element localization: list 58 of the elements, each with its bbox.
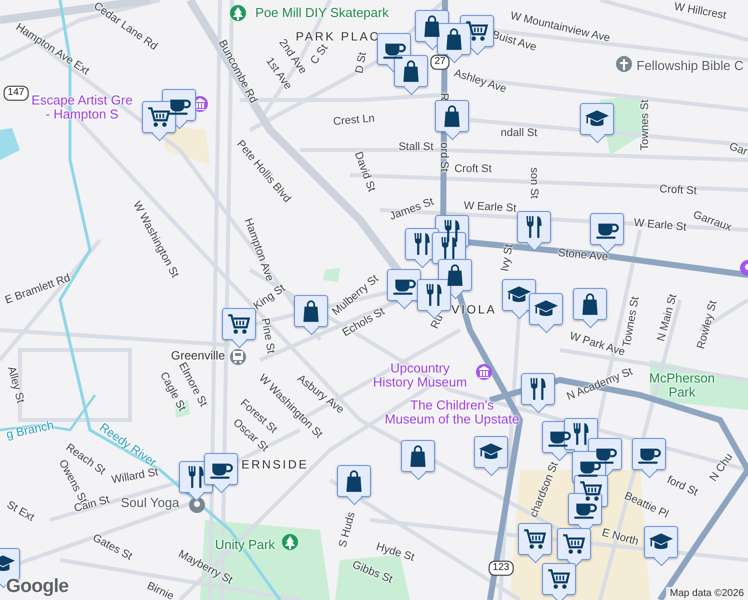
street-label: ord St <box>437 142 449 172</box>
train-icon <box>230 349 246 365</box>
street-label: Gates St <box>90 532 134 564</box>
street-label: Ashley Ave <box>452 68 508 96</box>
street-label: W Earle St <box>463 200 517 216</box>
street-label: R <box>437 93 449 101</box>
river-label: g Branch <box>5 418 55 442</box>
tree-pin-icon <box>230 5 246 21</box>
google-logo: Google <box>6 576 68 598</box>
street-label: Willard St <box>110 467 160 487</box>
street-label: 1st Ave <box>262 56 294 92</box>
street-label: Croft St <box>454 164 492 176</box>
street-label: C St <box>309 42 331 68</box>
neighborhood-label: VIOLA <box>451 304 497 316</box>
station-label: Greenville <box>170 350 226 362</box>
park-label: McPherson Park <box>649 371 715 399</box>
street-label: Rowley St <box>696 300 720 350</box>
park-label: Unity Park <box>215 538 275 552</box>
street-label: Ivy St <box>500 243 516 273</box>
neighborhood-label: PARK PLAC <box>296 30 380 44</box>
street-label: S Huds <box>338 511 358 549</box>
street-label: King St <box>252 283 288 313</box>
museum-pin-icon <box>476 364 492 380</box>
cross-pin-icon <box>616 56 632 72</box>
street-label: Alley St <box>4 366 26 404</box>
street-label: D St <box>354 51 370 75</box>
street-label: Stall St <box>398 142 434 154</box>
route-shield: 27 <box>430 54 450 70</box>
street-label: N Main St <box>656 293 680 343</box>
park-label: Poe Mill DIY Skatepark <box>255 6 389 20</box>
street-label: Pine St <box>258 318 276 354</box>
street-label: Ru <box>430 313 446 331</box>
location-pin-icon <box>189 497 205 513</box>
street-label: Croft St <box>659 184 697 198</box>
street-label: Crest Ln <box>332 113 376 129</box>
place-label: Fellowship Bible C <box>636 59 744 73</box>
street-label: W Earle St <box>633 218 687 234</box>
street-label: N Chu <box>708 452 736 484</box>
street-label: Gar <box>727 141 748 159</box>
street-label: Birnie <box>144 580 176 600</box>
neighborhood-label: ERNSIDE <box>241 458 309 472</box>
street-label: Townes St <box>622 296 642 348</box>
street-label: Stone Ave <box>558 248 608 264</box>
street-label: son St <box>527 167 539 199</box>
street-label: E North <box>600 528 640 548</box>
place-label: Upcountry History Museum <box>373 361 467 389</box>
lake <box>0 128 20 160</box>
route-shield: 123 <box>488 560 514 576</box>
street-label: Townes St <box>640 100 652 150</box>
street-label: David St <box>351 150 377 194</box>
tree-pin-icon <box>282 534 298 550</box>
street-label: W Hillcrest <box>673 2 727 22</box>
route-shield: 147 <box>4 86 28 100</box>
street-label: ford St <box>664 474 700 500</box>
street-label: James St <box>388 196 436 224</box>
street-label: St Ext <box>4 500 36 524</box>
place-label: Soul Yoga <box>120 496 180 510</box>
street-label: ndall St <box>500 128 538 140</box>
